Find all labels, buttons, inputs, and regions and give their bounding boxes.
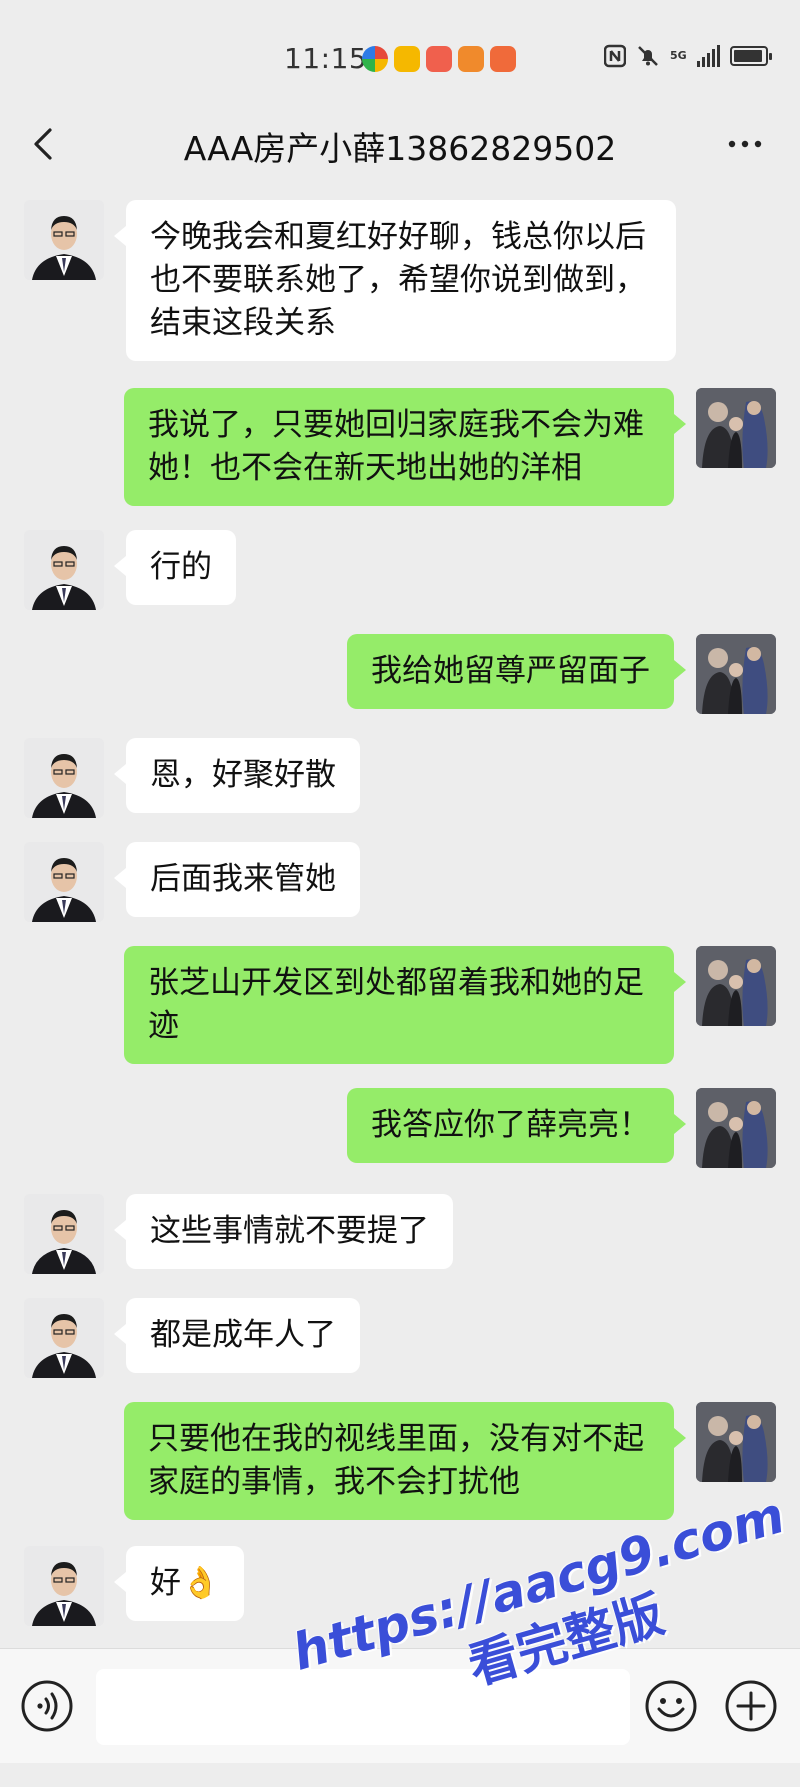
app-notification-icon bbox=[458, 46, 484, 72]
incoming-message: 好👌 bbox=[114, 1546, 244, 1621]
status-time: 11:15 bbox=[284, 42, 368, 75]
outgoing-message: 张芝山开发区到处都留着我和她的足迹 bbox=[124, 946, 686, 1064]
incoming-message: 行的 bbox=[114, 530, 236, 605]
chat-title: AAA房产小薛13862829502 bbox=[183, 129, 617, 168]
contact-avatar[interactable] bbox=[24, 530, 104, 610]
network-type: 5G bbox=[670, 49, 687, 62]
chat-header: AAA房产小薛13862829502 bbox=[0, 104, 800, 186]
contact-avatar[interactable] bbox=[24, 738, 104, 818]
incoming-message: 后面我来管她 bbox=[114, 842, 360, 917]
incoming-message: 这些事情就不要提了 bbox=[114, 1194, 453, 1269]
contact-avatar[interactable] bbox=[24, 1194, 104, 1274]
outgoing-message: 我给她留尊严留面子 bbox=[347, 634, 686, 709]
contact-avatar[interactable] bbox=[24, 1298, 104, 1378]
voice-icon[interactable] bbox=[20, 1679, 74, 1733]
incoming-message: 今晚我会和夏红好好聊，钱总你以后也不要联系她了，希望你说到做到，结束这段关系 bbox=[114, 200, 676, 361]
signal-icon bbox=[696, 45, 720, 67]
more-dots-icon[interactable] bbox=[720, 122, 770, 166]
app-notification-icon bbox=[490, 46, 516, 72]
nfc-icon bbox=[604, 44, 626, 68]
outgoing-message: 我说了，只要她回归家庭我不会为难她！也不会在新天地出她的洋相 bbox=[124, 388, 686, 506]
status-bar: 11:15 5G bbox=[0, 0, 800, 104]
status-indicators: 5G bbox=[604, 44, 772, 68]
user-avatar[interactable] bbox=[696, 1088, 776, 1168]
contact-avatar[interactable] bbox=[24, 842, 104, 922]
notification-icons bbox=[362, 46, 516, 72]
app-notification-icon bbox=[426, 46, 452, 72]
outgoing-message: 我答应你了薛亮亮！ bbox=[347, 1088, 686, 1163]
incoming-message: 都是成年人了 bbox=[114, 1298, 360, 1373]
user-avatar[interactable] bbox=[696, 388, 776, 468]
user-avatar[interactable] bbox=[696, 634, 776, 714]
contact-avatar[interactable] bbox=[24, 200, 104, 280]
plus-icon[interactable] bbox=[724, 1679, 778, 1733]
contact-avatar[interactable] bbox=[24, 1546, 104, 1626]
user-avatar[interactable] bbox=[696, 1402, 776, 1482]
app-notification-icon bbox=[394, 46, 420, 72]
battery-icon bbox=[729, 46, 772, 66]
outgoing-message: 只要他在我的视线里面，没有对不起家庭的事情，我不会打扰他 bbox=[124, 1402, 686, 1520]
app-notification-icon bbox=[362, 46, 388, 72]
mute-bell-icon bbox=[638, 46, 658, 66]
incoming-message: 恩，好聚好散 bbox=[114, 738, 360, 813]
user-avatar[interactable] bbox=[696, 946, 776, 1026]
